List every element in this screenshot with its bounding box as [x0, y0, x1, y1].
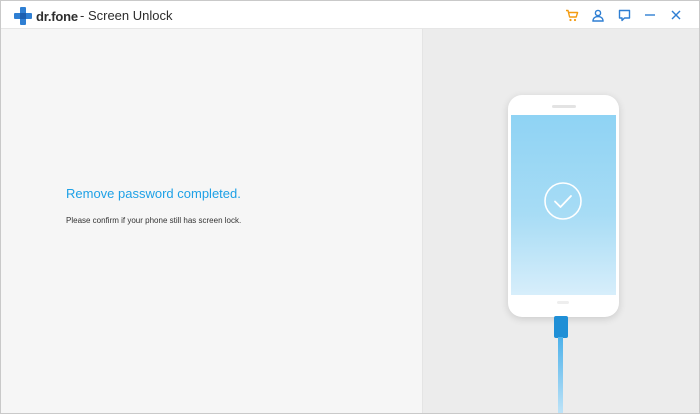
minimize-button[interactable] — [637, 6, 663, 24]
status-headline: Remove password completed. — [66, 186, 241, 201]
title-actions — [559, 6, 689, 24]
title-bar: dr.fone - Screen Unlock — [1, 1, 699, 29]
close-button[interactable] — [663, 6, 689, 24]
minimize-icon — [645, 14, 655, 16]
cart-button[interactable] — [559, 6, 585, 24]
drfone-logo-icon — [14, 7, 32, 25]
phone-home-bar — [557, 301, 569, 304]
close-icon — [671, 10, 681, 20]
feedback-icon — [618, 9, 630, 21]
usb-connector — [554, 316, 568, 338]
device-illustration-panel — [422, 29, 699, 413]
brand: dr.fone — [14, 7, 78, 25]
app-window: dr.fone - Screen Unlock Remove password … — [0, 0, 700, 414]
brand-name: dr.fone — [36, 8, 78, 24]
phone-illustration — [508, 95, 619, 317]
account-button[interactable] — [585, 6, 611, 24]
status-description: Please confirm if your phone still has s… — [66, 216, 242, 225]
module-title: - Screen Unlock — [80, 8, 173, 23]
phone-screen — [511, 115, 616, 295]
user-icon — [592, 9, 604, 22]
status-panel: Remove password completed. Please confir… — [1, 29, 422, 413]
feedback-button[interactable] — [611, 6, 637, 24]
checkmark-icon — [544, 182, 582, 220]
usb-cable — [558, 337, 563, 413]
phone-speaker — [552, 105, 576, 108]
cart-icon — [566, 9, 579, 21]
